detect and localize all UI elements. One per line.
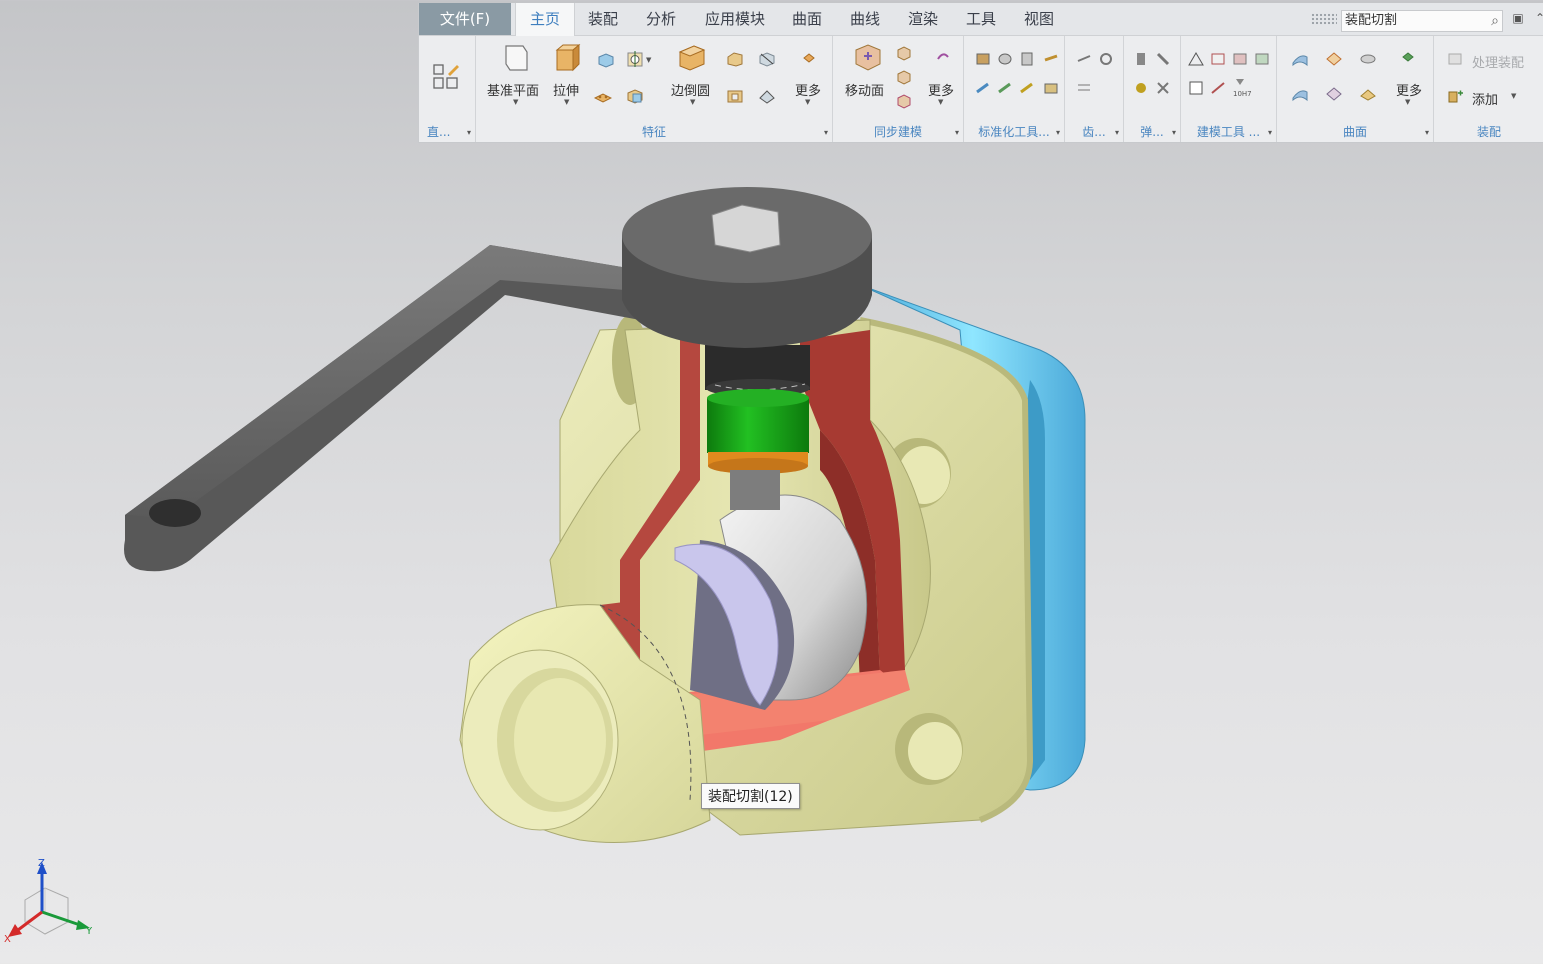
graphics-viewport[interactable]: Z Y X <box>0 0 1543 964</box>
command-tooltip: 装配切割(12) <box>701 783 800 809</box>
axis-triad[interactable]: Z Y X <box>4 858 93 945</box>
x-axis-icon <box>17 910 43 932</box>
x-label: X <box>4 934 11 945</box>
z-label: Z <box>38 858 45 869</box>
y-label: Y <box>85 926 93 937</box>
handle-hole <box>149 499 201 527</box>
top-cap[interactable] <box>622 187 872 348</box>
hex-socket <box>711 204 781 253</box>
y-axis-icon <box>41 910 81 927</box>
